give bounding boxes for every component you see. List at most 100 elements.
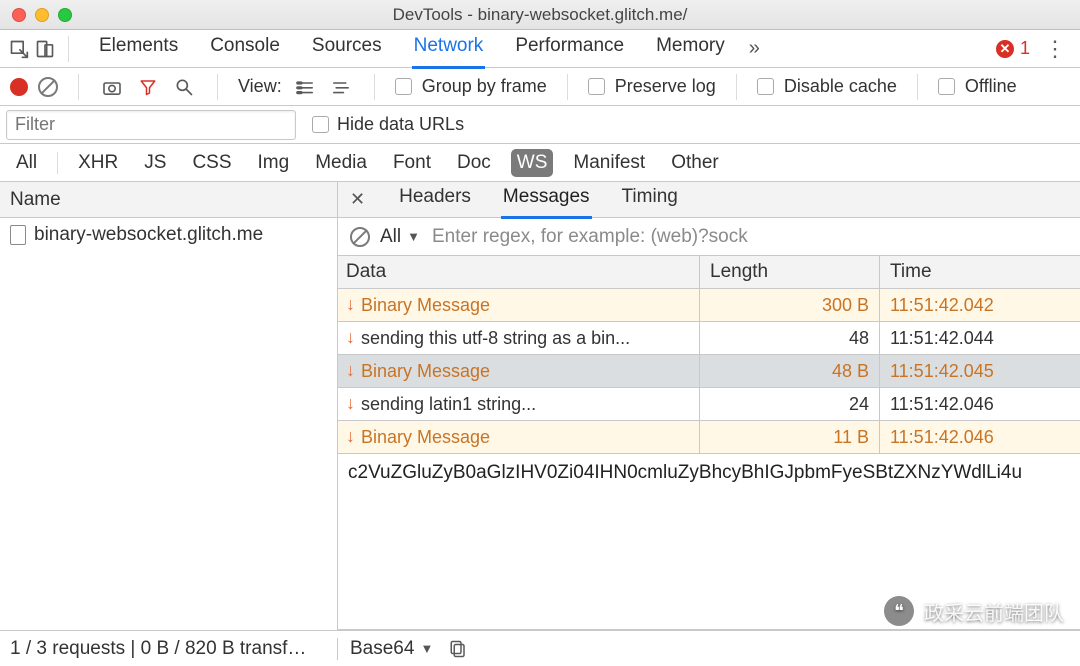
separator	[374, 74, 375, 100]
overview-icon[interactable]	[328, 74, 354, 100]
message-time: 11:51:42.046	[880, 421, 1080, 453]
resource-type-filter: All XHR JS CSS Img Media Font Doc WS Manifest Othe…	[0, 144, 1080, 182]
request-name: binary-websocket.glitch.me	[34, 224, 263, 246]
detail-tab-messages[interactable]: Messages	[501, 181, 592, 219]
large-rows-icon[interactable]	[292, 74, 318, 100]
offline-checkbox[interactable]	[938, 78, 955, 95]
disable-cache-checkbox[interactable]	[757, 78, 774, 95]
window-titlebar: DevTools - binary-websocket.glitch.me/	[0, 0, 1080, 30]
type-filter-css[interactable]: CSS	[186, 149, 237, 177]
disable-cache-label: Disable cache	[784, 76, 897, 97]
minimize-window-button[interactable]	[35, 8, 49, 22]
detail-tab-headers[interactable]: Headers	[397, 181, 473, 219]
hide-data-urls-checkbox[interactable]	[312, 116, 329, 133]
type-filter-js[interactable]: JS	[138, 149, 172, 177]
type-filter-manifest[interactable]: Manifest	[567, 149, 651, 177]
type-filter-doc[interactable]: Doc	[451, 149, 497, 177]
clear-messages-button[interactable]	[350, 227, 370, 247]
copy-button[interactable]	[445, 636, 471, 662]
view-label: View:	[238, 76, 282, 97]
watermark-text: 政采云前端团队	[924, 597, 1064, 626]
message-data: ↓Binary Message	[338, 355, 700, 387]
col-data[interactable]: Data	[338, 256, 700, 288]
encoding-label: Base64	[350, 638, 414, 660]
message-length: 24	[700, 388, 880, 420]
message-data: ↓Binary Message	[338, 421, 700, 453]
message-row[interactable]: ↓Binary Message11 B11:51:42.046	[338, 421, 1080, 454]
panel-tab-elements[interactable]: Elements	[97, 29, 180, 69]
request-detail-panel: ✕ Headers Messages Timing All ▼ Data Lengt…	[338, 182, 1080, 630]
message-length: 11 B	[700, 421, 880, 453]
settings-menu-button[interactable]: ⋮	[1036, 36, 1074, 62]
error-icon: ✕	[996, 40, 1014, 58]
group-by-frame-checkbox[interactable]	[395, 78, 412, 95]
device-toolbar-icon[interactable]	[32, 36, 58, 62]
panel-tab-memory[interactable]: Memory	[654, 29, 727, 69]
type-filter-font[interactable]: Font	[387, 149, 437, 177]
record-button[interactable]	[10, 78, 28, 96]
network-main: Name binary-websocket.glitch.me ✕ Header…	[0, 182, 1080, 630]
zoom-window-button[interactable]	[58, 8, 72, 22]
chevron-down-icon: ▼	[407, 229, 420, 244]
panel-tab-performance[interactable]: Performance	[513, 29, 626, 69]
close-window-button[interactable]	[12, 8, 26, 22]
message-row[interactable]: ↓Binary Message48 B11:51:42.045	[338, 355, 1080, 388]
separator	[567, 74, 568, 100]
col-time[interactable]: Time	[880, 256, 1080, 288]
overflow-tabs-button[interactable]: »	[749, 37, 760, 60]
messages-regex-input[interactable]	[430, 225, 1068, 249]
request-row[interactable]: binary-websocket.glitch.me	[0, 218, 337, 252]
panel-tabs: Elements Console Sources Network Performance…	[97, 29, 727, 69]
type-filter-other[interactable]: Other	[665, 149, 725, 177]
messages-filter-row: All ▼	[338, 218, 1080, 256]
separator	[217, 74, 218, 100]
detail-tab-timing[interactable]: Timing	[620, 181, 680, 219]
arrow-down-icon: ↓	[346, 327, 355, 348]
close-detail-button[interactable]: ✕	[350, 189, 365, 210]
message-direction-dropdown[interactable]: All ▼	[380, 226, 420, 248]
message-length: 48 B	[700, 355, 880, 387]
message-row[interactable]: ↓Binary Message300 B11:51:42.042	[338, 289, 1080, 322]
filter-input[interactable]	[6, 110, 296, 140]
file-icon	[10, 225, 26, 245]
requests-list: Name binary-websocket.glitch.me	[0, 182, 338, 630]
arrow-down-icon: ↓	[346, 426, 355, 447]
panel-tab-console[interactable]: Console	[208, 29, 282, 69]
filter-row: Hide data URLs	[0, 106, 1080, 144]
capture-screenshot-icon[interactable]	[99, 74, 125, 100]
clear-button[interactable]	[38, 77, 58, 97]
message-data: ↓sending latin1 string...	[338, 388, 700, 420]
search-icon[interactable]	[171, 74, 197, 100]
message-data: ↓sending this utf-8 string as a bin...	[338, 322, 700, 354]
type-filter-xhr[interactable]: XHR	[72, 149, 124, 177]
chevron-down-icon: ▼	[420, 641, 433, 656]
col-length[interactable]: Length	[700, 256, 880, 288]
panel-tab-network[interactable]: Network	[412, 29, 486, 69]
panel-tab-sources[interactable]: Sources	[310, 29, 384, 69]
filter-icon[interactable]	[135, 74, 161, 100]
messages-header-row: Data Length Time	[338, 256, 1080, 289]
separator	[78, 74, 79, 100]
separator	[57, 152, 58, 174]
inspect-element-icon[interactable]	[6, 36, 32, 62]
message-data: ↓Binary Message	[338, 289, 700, 321]
message-length: 300 B	[700, 289, 880, 321]
hide-data-urls-label: Hide data URLs	[337, 114, 464, 135]
network-toolbar: View: Group by frame Preserve log Disabl…	[0, 68, 1080, 106]
message-row[interactable]: ↓sending this utf-8 string as a bin...48…	[338, 322, 1080, 355]
offline-label: Offline	[965, 76, 1017, 97]
wechat-icon: ❝	[884, 596, 914, 626]
type-filter-all[interactable]: All	[10, 149, 43, 177]
messages-table: Data Length Time ↓Binary Message300 B11:…	[338, 256, 1080, 454]
type-filter-ws[interactable]: WS	[511, 149, 554, 177]
group-by-frame-label: Group by frame	[422, 76, 547, 97]
type-filter-img[interactable]: Img	[252, 149, 296, 177]
message-time: 11:51:42.046	[880, 388, 1080, 420]
encoding-dropdown[interactable]: Base64 ▼	[350, 638, 433, 660]
requests-header-name[interactable]: Name	[0, 182, 337, 218]
error-count-badge[interactable]: ✕ 1	[996, 38, 1030, 59]
arrow-down-icon: ↓	[346, 294, 355, 315]
type-filter-media[interactable]: Media	[309, 149, 373, 177]
message-row[interactable]: ↓sending latin1 string...2411:51:42.046	[338, 388, 1080, 421]
preserve-log-checkbox[interactable]	[588, 78, 605, 95]
